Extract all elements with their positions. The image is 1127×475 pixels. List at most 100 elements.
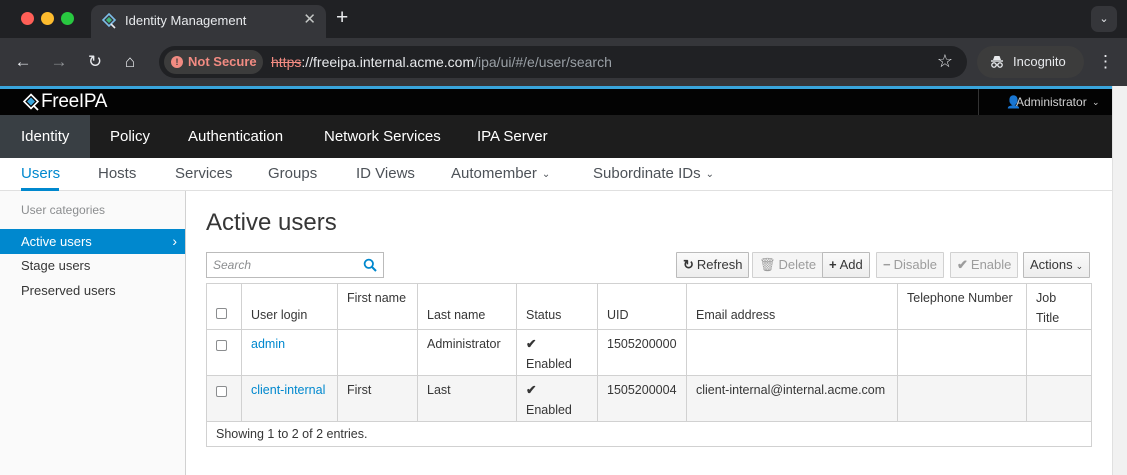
subnav-groups[interactable]: Groups [268,165,317,182]
nav-policy[interactable]: Policy [110,115,150,158]
delete-button[interactable]: 🗑 Delete [752,252,824,278]
chevron-down-icon: ⌄ [705,169,714,180]
table-footer-row: Showing 1 to 2 of 2 entries. [206,421,1092,447]
search-box [206,252,384,278]
col-last-name[interactable]: Last name [417,283,517,330]
col-job-title[interactable]: Job Title [1026,283,1092,330]
sidebar-item-label: Stage users [21,258,91,273]
tab-strip: Identity Management ✕ + ⌄ [0,0,1127,38]
user-link[interactable]: admin [251,337,285,351]
home-icon[interactable]: ⌂ [118,50,142,74]
cell-login: admin [241,329,338,376]
subnav-automember[interactable]: Automember ⌄ [451,165,550,182]
table-row: admin Administrator ✔ Enabled 1505200000 [206,329,1092,376]
users-table: User login First name Last name Status U… [206,283,1092,447]
tab-search-chevron-icon[interactable]: ⌄ [1091,6,1117,32]
subnav-services[interactable]: Services [175,165,233,182]
page-scrollbar[interactable] [1112,86,1127,475]
nav-authentication[interactable]: Authentication [188,115,283,158]
cell-last-name: Administrator [417,329,517,376]
forward-arrow-icon[interactable]: → [47,50,71,74]
subnav-hosts[interactable]: Hosts [98,165,136,182]
col-status[interactable]: Status [516,283,598,330]
nav-ipa-server[interactable]: IPA Server [477,115,548,158]
nav-network-services[interactable]: Network Services [324,115,441,158]
main-content: Active users ↻Refresh 🗑Delete +Add −Disa… [186,191,1112,475]
row-checkbox[interactable] [216,340,227,351]
incognito-indicator[interactable]: Incognito [977,46,1084,78]
back-arrow-icon[interactable]: ← [11,50,35,74]
cell-job-title [1026,375,1092,422]
chevron-down-icon: ⌄ [1075,261,1084,271]
search-input[interactable] [207,253,357,277]
col-uid[interactable]: UID [597,283,687,330]
reload-icon[interactable]: ↻ [83,50,107,74]
subnav-users[interactable]: Users [21,165,60,182]
cell-login: client-internal [241,375,338,422]
select-all-checkbox[interactable] [216,308,227,319]
refresh-button[interactable]: ↻ Refresh [676,252,750,278]
pagination-summary: Showing 1 to 2 of 2 entries. [206,421,1092,447]
security-indicator[interactable]: ! Not Secure [164,50,263,74]
brand-bar: FreeIPA 👤 Administrator ⌄ [0,89,1112,115]
user-menu[interactable]: 👤 Administrator ⌄ [978,89,1112,115]
cell-job-title [1026,329,1092,376]
freeipa-logo-icon [22,93,40,111]
cell-telephone [897,329,1027,376]
subnav-id-views[interactable]: ID Views [356,165,415,182]
browser-menu-icon[interactable]: ⋮ [1097,50,1114,74]
actions-dropdown[interactable]: Actions ⌄ [1023,252,1091,278]
security-label: Not Secure [188,54,257,69]
minimize-window-button[interactable] [41,12,54,25]
maximize-window-button[interactable] [61,12,74,25]
col-first-name[interactable]: First name [337,283,418,330]
freeipa-favicon-icon [101,13,117,29]
col-user-login[interactable]: User login [241,283,338,330]
user-menu-label: Administrator [1016,95,1087,109]
refresh-label: Refresh [696,257,743,272]
url-path: /ipa/ui/#/e/user/search [474,54,612,70]
sidebar-item-label: Preserved users [21,283,116,298]
chevron-down-icon: ⌄ [541,169,551,180]
add-button[interactable]: + Add [822,252,870,278]
page-title: Active users [206,209,337,236]
col-telephone[interactable]: Telephone Number [897,283,1027,330]
sidebar-heading: User categories [21,203,106,217]
nav-identity[interactable]: Identity [0,115,91,158]
disable-button[interactable]: − Disable [876,252,944,278]
refresh-icon: ↻ [683,257,694,272]
sub-navigation: Users Hosts Services Groups ID Views Aut… [0,158,1112,191]
close-tab-icon[interactable]: ✕ [303,11,316,29]
user-link[interactable]: client-internal [251,383,325,397]
sidebar: User categories Active users › Stage use… [0,191,186,475]
browser-toolbar: ← → ↻ ⌂ ! Not Secure https://freeipa.int… [0,38,1127,86]
sidebar-item-stage-users[interactable]: Stage users [0,253,185,278]
actions-label: Actions [1030,257,1073,272]
cell-status: ✔ Enabled [516,329,598,376]
plus-icon: + [829,257,837,272]
logo-text: FreeIPA [41,91,108,112]
subnav-subordinate-ids[interactable]: Subordinate IDs ⌄ [593,165,714,182]
bookmark-star-icon[interactable]: ☆ [937,51,953,72]
enable-label: Enable [970,257,1012,272]
new-tab-icon[interactable]: + [336,6,348,30]
address-bar[interactable]: ! Not Secure https://freeipa.internal.ac… [159,46,967,78]
sidebar-item-label: Active users [21,234,92,249]
close-window-button[interactable] [21,12,34,25]
check-icon: ✔ [526,337,537,351]
sidebar-item-preserved-users[interactable]: Preserved users [0,278,185,303]
browser-tab[interactable]: Identity Management ✕ [91,5,326,38]
col-email[interactable]: Email address [686,283,898,330]
sidebar-item-active-users[interactable]: Active users › [0,229,185,254]
trash-icon: 🗑 [759,257,776,272]
url-text[interactable]: https://freeipa.internal.acme.com/ipa/ui… [271,54,612,70]
subnav-automember-label: Automember [451,165,537,182]
search-icon[interactable] [363,258,377,272]
select-all-cell [206,283,242,330]
check-icon: ✔ [957,257,968,272]
row-select-cell [206,375,242,422]
enable-button[interactable]: ✔ Enable [950,252,1019,278]
row-select-cell [206,329,242,376]
incognito-icon [991,56,1003,68]
row-checkbox[interactable] [216,386,227,397]
